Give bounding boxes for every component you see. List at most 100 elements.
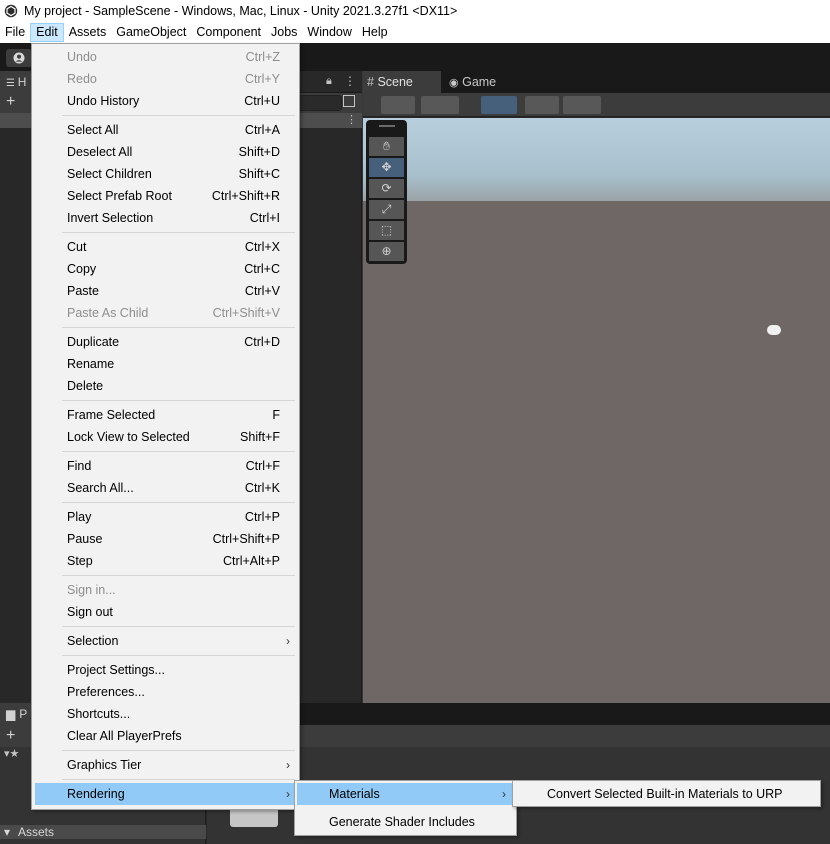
menu-item-select-children[interactable]: Select Children Shift+C [35,163,298,185]
scene-camera-icon[interactable] [767,325,781,335]
menu-item-deselect-all[interactable]: Deselect All Shift+D [35,141,298,163]
skybox [363,118,830,201]
menu-separator [62,327,295,328]
favorites-star-icon[interactable]: ▾★ [4,747,19,760]
rect-tool-icon[interactable]: ⬚ [369,221,404,240]
menu-separator [62,655,295,656]
menu-component[interactable]: Component [191,23,266,42]
menu-item-invert-selection[interactable]: Invert Selection Ctrl+I [35,207,298,229]
menu-item-sign-in[interactable]: Sign in... [35,579,298,601]
menu-item-undo[interactable]: Undo Ctrl+Z [35,46,298,68]
menu-item-pause[interactable]: Pause Ctrl+Shift+P [35,528,298,550]
menu-separator [62,502,295,503]
menu-edit[interactable]: Edit [30,23,64,42]
project-add-icon[interactable]: + [6,727,15,745]
move-tool-icon[interactable]: ✥ [369,158,404,177]
assets-folder-label: Assets [18,825,55,839]
scene-view-panel: # Scene ◉︎ Game [363,71,830,703]
menu-item-rename[interactable]: Rename [35,353,298,375]
scene-tab-bar: # Scene ◉︎ Game [363,71,830,93]
menu-item-delete[interactable]: Delete [35,375,298,397]
menu-item-graphics-tier[interactable]: Graphics Tier › [35,754,298,776]
chevron-right-icon: › [286,758,290,772]
kebab-menu-icon[interactable]: ⋮ [344,74,356,88]
menu-separator [62,575,295,576]
menu-item-clear-playerprefs[interactable]: Clear All PlayerPrefs [35,725,298,747]
submenu-item-materials[interactable]: Materials › [297,783,514,805]
chevron-right-icon: › [286,787,290,801]
submenu-item-generate-shader-includes[interactable]: Generate Shader Includes [297,811,514,833]
chevron-right-icon: › [502,787,506,801]
tool-strip: ✋︎ ✥ ⟳ ⤢ ⬚ ⊕ [366,120,407,264]
shading-dropdown[interactable] [421,96,459,114]
menu-item-rendering[interactable]: Rendering › [35,783,298,805]
menu-item-find[interactable]: Find Ctrl+F [35,455,298,477]
menu-item-paste[interactable]: Paste Ctrl+V [35,280,298,302]
menu-item-paste-as-child[interactable]: Paste As Child Ctrl+Shift+V [35,302,298,324]
materials-submenu: Convert Selected Built-in Materials to U… [512,780,821,807]
menu-assets[interactable]: Assets [64,23,112,42]
menu-item-shortcuts[interactable]: Shortcuts... [35,703,298,725]
folder-open-icon: ▾ [4,825,11,839]
menu-item-copy[interactable]: Copy Ctrl+C [35,258,298,280]
hand-tool-icon[interactable]: ✋︎ [369,137,404,156]
menu-separator [62,626,295,627]
tab-scene-label: Scene [377,75,413,89]
menu-item-preferences[interactable]: Preferences... [35,681,298,703]
gizmos-dropdown[interactable] [563,96,601,114]
menu-help[interactable]: Help [357,23,393,42]
menu-item-sign-out[interactable]: Sign out [35,601,298,623]
draw-mode-dropdown[interactable] [381,96,415,114]
menu-item-redo[interactable]: Redo Ctrl+Y [35,68,298,90]
scale-tool-icon[interactable]: ⤢ [369,200,404,219]
window-title: My project - SampleScene - Windows, Mac,… [24,4,458,18]
menu-item-lock-view[interactable]: Lock View to Selected Shift+F [35,426,298,448]
assets-folder-row[interactable]: ▾ Assets [0,825,206,839]
account-button[interactable] [6,49,32,67]
menu-item-project-settings[interactable]: Project Settings... [35,659,298,681]
menu-item-undo-history[interactable]: Undo History Ctrl+U [35,90,298,112]
lock-icon[interactable]: 🔒︎ [326,75,332,88]
row-kebab-icon[interactable]: ⋮ [346,113,357,127]
hierarchy-tab-label: H [17,75,27,89]
scene-toolbar [363,93,830,117]
menu-item-step[interactable]: Step Ctrl+Alt+P [35,550,298,572]
menu-separator [62,400,295,401]
menu-item-select-all[interactable]: Select All Ctrl+A [35,119,298,141]
tab-game[interactable]: ◉︎ Game [445,71,515,93]
menu-jobs[interactable]: Jobs [266,23,302,42]
list-icon: ☰ [6,78,18,89]
menu-separator [62,779,295,780]
menu-item-frame-selected[interactable]: Frame Selected F [35,404,298,426]
menu-item-selection[interactable]: Selection › [35,630,298,652]
submenu-item-convert-materials-urp[interactable]: Convert Selected Built-in Materials to U… [515,783,818,805]
gamepad-icon: ◉︎ [449,77,459,89]
rotate-tool-icon[interactable]: ⟳ [369,179,404,198]
project-tab-label: P [19,707,28,721]
menu-window[interactable]: Window [302,23,356,42]
search-filter-icon[interactable] [343,95,355,107]
menu-item-search-all[interactable]: Search All... Ctrl+K [35,477,298,499]
tool-strip-handle[interactable] [379,125,395,127]
title-bar: My project - SampleScene - Windows, Mac,… [0,0,830,22]
unity-logo-icon [4,4,18,18]
menu-separator [62,451,295,452]
menu-separator [62,750,295,751]
project-tab[interactable]: ▆ P [0,703,32,725]
folder-icon: ▆ [6,707,16,721]
tab-scene[interactable]: # Scene [363,71,441,93]
account-icon [13,52,25,64]
rendering-submenu: Materials › Generate Shader Includes [294,780,517,836]
menu-item-play[interactable]: Play Ctrl+P [35,506,298,528]
snap-increment-dropdown[interactable] [525,96,559,114]
ground-plane[interactable] [363,201,830,703]
menu-gameobject[interactable]: GameObject [111,23,191,42]
transform-tool-icon[interactable]: ⊕ [369,242,404,261]
menu-item-cut[interactable]: Cut Ctrl+X [35,236,298,258]
add-icon[interactable]: + [6,93,15,111]
menu-item-select-prefab-root[interactable]: Select Prefab Root Ctrl+Shift+R [35,185,298,207]
menu-item-duplicate[interactable]: Duplicate Ctrl+D [35,331,298,353]
menu-file[interactable]: File [0,23,30,42]
hierarchy-search-input[interactable] [298,95,342,111]
grid-snap-button[interactable] [481,96,517,114]
